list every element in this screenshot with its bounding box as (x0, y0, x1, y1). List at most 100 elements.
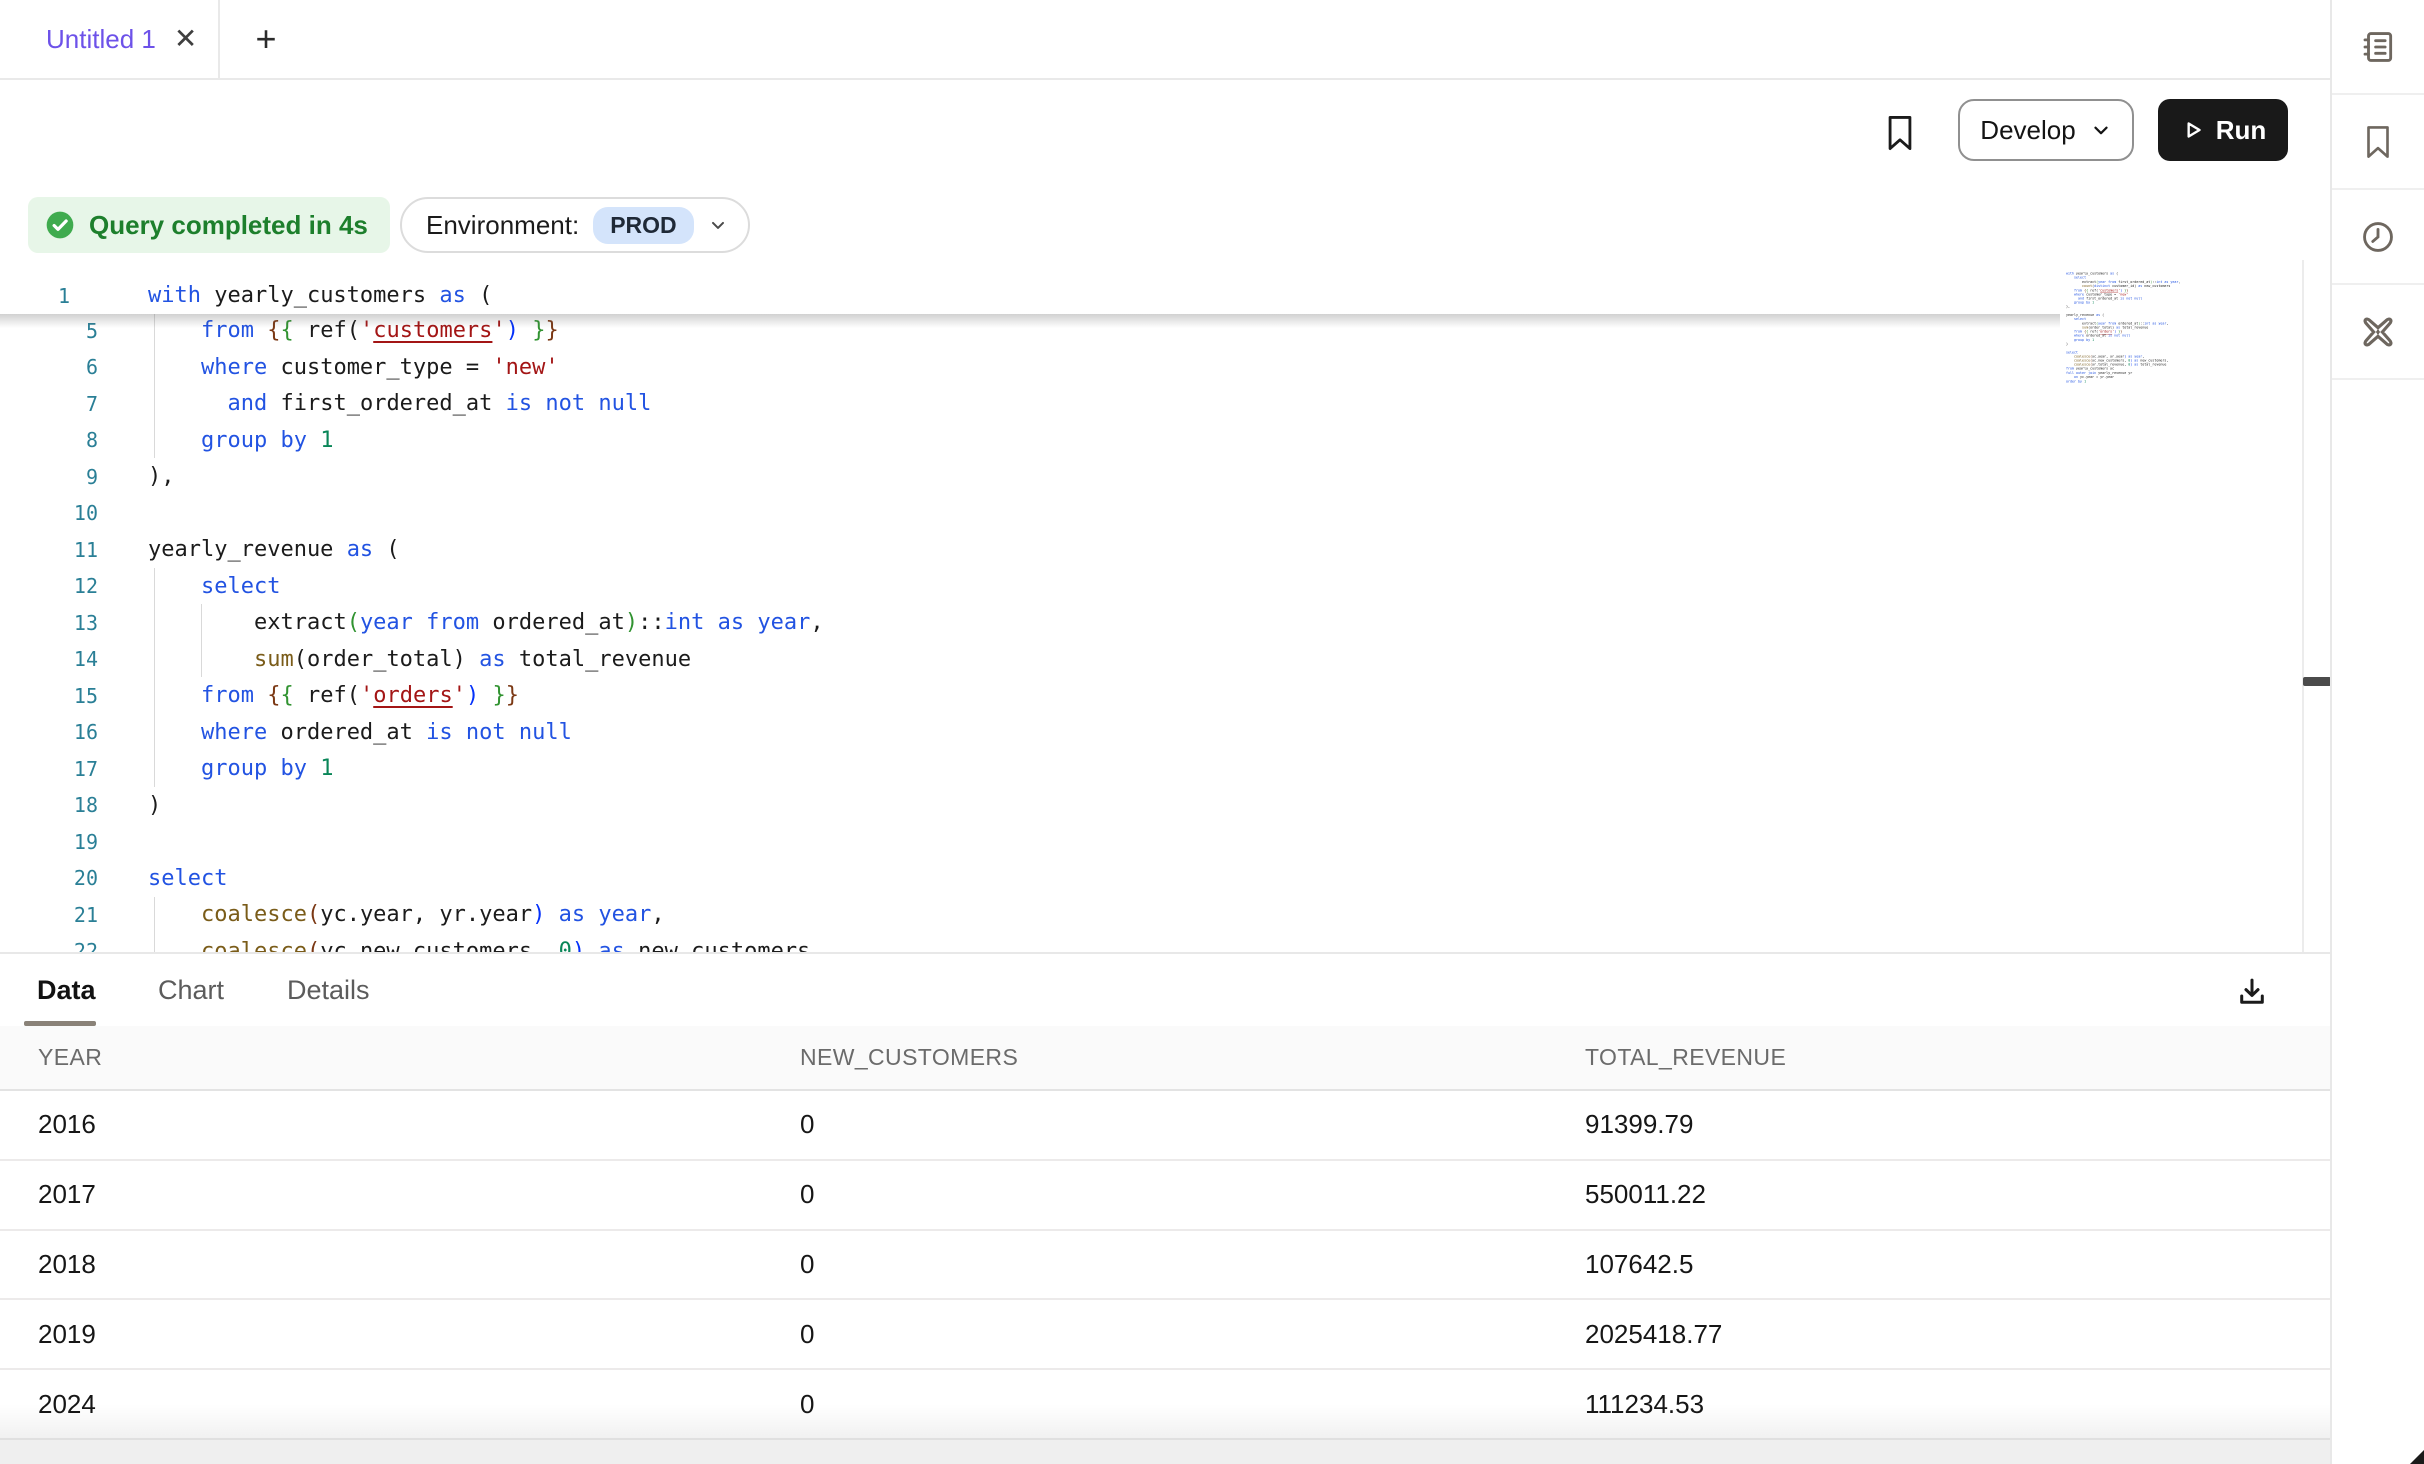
active-tab-indicator (24, 1021, 96, 1026)
line-number: 17 (0, 757, 98, 781)
tab-chart[interactable]: Chart (158, 954, 224, 1026)
results-tab-bar: Data Chart Details (0, 954, 2330, 1026)
minimap[interactable]: with yearly_customers as ( select extrac… (2066, 272, 2190, 392)
sticky-line-code: with yearly_customers as ( (148, 283, 492, 308)
column-header-total_revenue: TOTAL_REVENUE (1585, 1044, 2330, 1071)
indent-guide (154, 897, 155, 952)
line-number: 8 (0, 428, 98, 452)
dbt-sparkle-icon (2358, 312, 2398, 352)
line-number: 15 (0, 684, 98, 708)
table-cell: 2019 (38, 1319, 800, 1350)
code-line-6[interactable]: 6 where customer_type = 'new' (0, 349, 2060, 386)
run-label: Run (2216, 115, 2267, 146)
table-body: 2016091399.7920170550011.2220180107642.5… (0, 1091, 2330, 1440)
develop-dropdown[interactable]: Develop (1958, 99, 2134, 161)
tab-bar: Untitled 1 ✕ + (0, 0, 2330, 80)
table-cell: 0 (800, 1319, 1585, 1350)
code-line-8[interactable]: 8 group by 1 (0, 422, 2060, 459)
code-line-21[interactable]: 21 coalesce(yc.year, yr.year) as year, (0, 896, 2060, 933)
success-check-icon (44, 209, 76, 241)
table-row: 20180107642.5 (0, 1231, 2330, 1301)
table-cell: 0 (800, 1249, 1585, 1280)
table-cell: 0 (800, 1109, 1585, 1140)
code-line-18[interactable]: 18) (0, 787, 2060, 824)
download-icon (2233, 973, 2271, 1011)
develop-label: Develop (1980, 115, 2075, 146)
close-tab-icon[interactable]: ✕ (174, 25, 197, 53)
results-panel: Data Chart Details YEARNEW_CUSTOMERSTOTA… (0, 952, 2330, 1464)
sidebar-item-notebook[interactable] (2332, 0, 2424, 95)
line-number: 18 (0, 793, 98, 817)
download-results-button[interactable] (2230, 970, 2274, 1014)
code-line-22[interactable]: 22 coalesce(yc.new_customers, 0) as new_… (0, 933, 2060, 953)
table-row: 2016091399.79 (0, 1091, 2330, 1161)
table-cell: 2016 (38, 1109, 800, 1140)
table-cell: 2024 (38, 1389, 800, 1420)
tab-details[interactable]: Details (287, 954, 370, 1026)
bookmark-button[interactable] (1878, 98, 1922, 168)
run-button[interactable]: Run (2158, 99, 2288, 161)
code-line-16[interactable]: 16 where ordered_at is not null (0, 714, 2060, 751)
table-cell: 2018 (38, 1249, 800, 1280)
sticky-shadow (0, 314, 2060, 328)
table-cell: 550011.22 (1585, 1179, 2330, 1210)
right-sidebar (2330, 0, 2424, 1464)
environment-selector[interactable]: Environment: PROD (400, 197, 750, 253)
tab-untitled-1[interactable]: Untitled 1 ✕ (0, 0, 220, 78)
environment-value-badge: PROD (593, 207, 693, 244)
table-cell: 0 (800, 1389, 1585, 1420)
sidebar-item-dbt-assistant[interactable] (2332, 285, 2424, 380)
code-line-17[interactable]: 17 group by 1 (0, 750, 2060, 787)
code-line-7[interactable]: 7 and first_ordered_at is not null (0, 385, 2060, 422)
column-header-year: YEAR (38, 1044, 800, 1071)
window-resize-grip[interactable] (2410, 1450, 2424, 1464)
code-line-19[interactable]: 19 (0, 823, 2060, 860)
line-number: 16 (0, 720, 98, 744)
history-clock-icon (2359, 218, 2397, 256)
code-line-11[interactable]: 11yearly_revenue as ( (0, 531, 2060, 568)
line-number: 19 (0, 830, 98, 854)
table-cell: 2017 (38, 1179, 800, 1210)
indent-guide (201, 604, 202, 677)
tab-data[interactable]: Data (37, 954, 96, 1026)
table-cell: 91399.79 (1585, 1109, 2330, 1140)
pane-resize-handle[interactable] (2303, 677, 2330, 686)
code-editor[interactable]: 5 from {{ ref('customers') }}6 where cus… (0, 260, 2330, 952)
code-line-10[interactable]: 10 (0, 495, 2060, 532)
line-number: 6 (0, 355, 98, 379)
editor-right-divider (2302, 260, 2304, 952)
column-header-new_customers: NEW_CUSTOMERS (800, 1044, 1585, 1071)
bookmark-icon (1883, 113, 1917, 153)
table-row: 20170550011.22 (0, 1161, 2330, 1231)
line-number: 11 (0, 538, 98, 562)
new-tab-button[interactable]: + (236, 0, 296, 78)
table-row: 201902025418.77 (0, 1300, 2330, 1370)
line-number: 13 (0, 611, 98, 635)
code-line-20[interactable]: 20select (0, 860, 2060, 897)
chevron-down-icon (708, 215, 728, 235)
code-line-13[interactable]: 13 extract(year from ordered_at)::int as… (0, 604, 2060, 641)
line-number: 9 (0, 465, 98, 489)
sidebar-item-bookmarks[interactable] (2332, 95, 2424, 190)
table-header-row: YEARNEW_CUSTOMERSTOTAL_REVENUE (0, 1026, 2330, 1091)
table-row: 20240111234.53 (0, 1370, 2330, 1440)
status-bar: Query completed in 4s Environment: PROD (0, 188, 2330, 260)
main-pane: Untitled 1 ✕ + Develop Ru (0, 0, 2330, 1464)
code-line-9[interactable]: 9), (0, 458, 2060, 495)
ide-window: Untitled 1 ✕ + Develop Ru (0, 0, 2424, 1464)
line-number: 20 (0, 866, 98, 890)
toolbar: Develop Run (0, 80, 2330, 188)
line-number: 10 (0, 501, 98, 525)
bookmark-icon (2360, 123, 2396, 161)
table-cell: 107642.5 (1585, 1249, 2330, 1280)
code-line-14[interactable]: 14 sum(order_total) as total_revenue (0, 641, 2060, 678)
code-line-12[interactable]: 12 select (0, 568, 2060, 605)
sidebar-item-history[interactable] (2332, 190, 2424, 285)
code-line-15[interactable]: 15 from {{ ref('orders') }} (0, 677, 2060, 714)
table-cell: 0 (800, 1179, 1585, 1210)
line-number: 22 (0, 939, 98, 952)
notebook-icon (2359, 28, 2397, 66)
indent-guide (154, 568, 155, 787)
query-status-badge: Query completed in 4s (28, 197, 390, 253)
bottom-scrollbar-track[interactable] (0, 1438, 2330, 1464)
